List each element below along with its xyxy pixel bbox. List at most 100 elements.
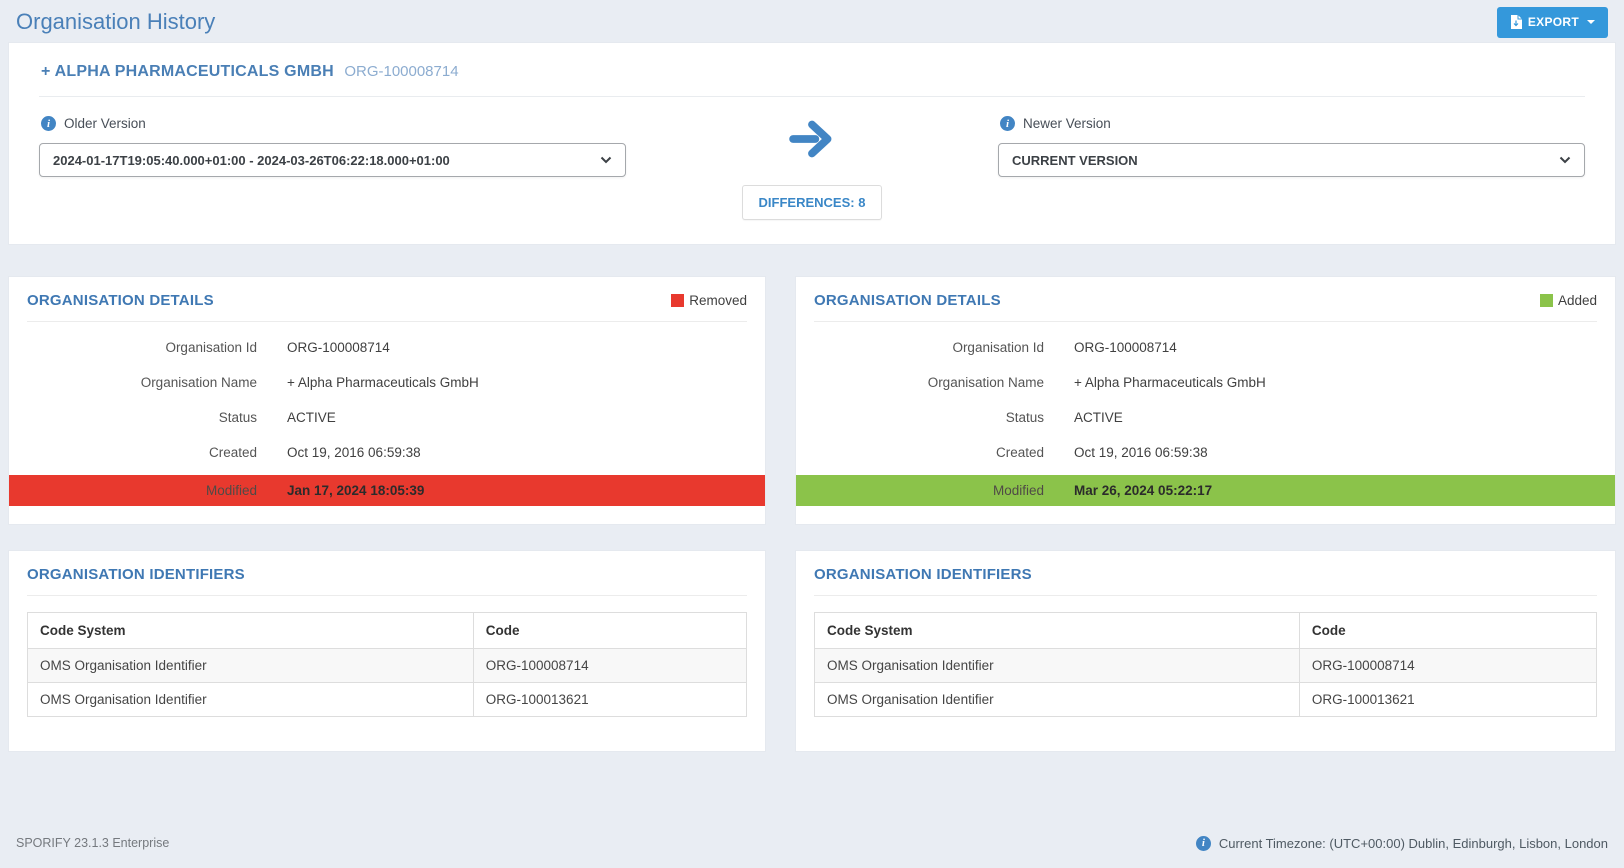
older-identifiers-title: ORGANISATION IDENTIFIERS: [27, 566, 245, 583]
older-version-column: i Older Version 2024-01-17T19:05:40.000+…: [39, 116, 626, 177]
newer-details-title: ORGANISATION DETAILS: [814, 292, 1001, 309]
field-row-organisation-name: Organisation Name + Alpha Pharmaceutical…: [27, 365, 747, 400]
field-row-status: Status ACTIVE: [27, 400, 747, 435]
field-label: Created: [27, 445, 257, 460]
older-identifiers-table: Code System Code OMS Organisation Identi…: [27, 612, 747, 717]
main-content: + ALPHA PHARMACEUTICALS GMBH ORG-1000087…: [0, 42, 1624, 752]
field-row-organisation-id: Organisation Id ORG-100008714: [27, 330, 747, 365]
table-row: OMS Organisation Identifier ORG-10001362…: [815, 683, 1597, 717]
field-row-modified-added: Modified Mar 26, 2024 05:22:17: [796, 475, 1615, 506]
export-button-label: EXPORT: [1528, 15, 1579, 29]
field-row-organisation-id: Organisation Id ORG-100008714: [814, 330, 1597, 365]
newer-details-panel: ORGANISATION DETAILS Added Organisation …: [795, 276, 1616, 525]
divider: [814, 321, 1597, 322]
table-row: OMS Organisation Identifier ORG-10000871…: [815, 649, 1597, 683]
field-value: Oct 19, 2016 06:59:38: [1074, 445, 1597, 460]
field-value: + Alpha Pharmaceuticals GmbH: [287, 375, 747, 390]
older-details-title: ORGANISATION DETAILS: [27, 292, 214, 309]
code-system-column-header: Code System: [28, 613, 474, 649]
older-version-select[interactable]: 2024-01-17T19:05:40.000+01:00 - 2024-03-…: [39, 143, 626, 177]
field-label: Status: [27, 410, 257, 425]
field-value: Oct 19, 2016 06:59:38: [287, 445, 747, 460]
file-export-icon: [1510, 15, 1522, 29]
divider: [39, 96, 1585, 97]
divider: [27, 595, 747, 596]
table-header-row: Code System Code: [28, 613, 747, 649]
timezone-label: Current Timezone: (UTC+00:00) Dublin, Ed…: [1219, 836, 1608, 851]
older-version-label: Older Version: [64, 116, 146, 131]
added-legend: Added: [1540, 293, 1597, 308]
organisation-name-heading: + ALPHA PHARMACEUTICALS GMBH: [41, 63, 334, 80]
field-value: ACTIVE: [1074, 410, 1597, 425]
newer-version-select[interactable]: CURRENT VERSION: [998, 143, 1585, 177]
code-cell: ORG-100013621: [1299, 683, 1596, 717]
field-value: + Alpha Pharmaceuticals GmbH: [1074, 375, 1597, 390]
field-label: Organisation Name: [814, 375, 1044, 390]
newer-version-column: i Newer Version CURRENT VERSION: [998, 116, 1585, 177]
organisation-header: + ALPHA PHARMACEUTICALS GMBH ORG-1000087…: [39, 63, 1585, 81]
code-cell: ORG-100008714: [1299, 649, 1596, 683]
field-value: ACTIVE: [287, 410, 747, 425]
code-system-column-header: Code System: [815, 613, 1300, 649]
code-system-cell: OMS Organisation Identifier: [28, 649, 474, 683]
field-row-modified-removed: Modified Jan 17, 2024 18:05:39: [9, 475, 765, 506]
newer-version-label: Newer Version: [1023, 116, 1111, 131]
organisation-id-heading: ORG-100008714: [344, 63, 458, 80]
chevron-down-icon: [1559, 156, 1571, 164]
older-details-panel: ORGANISATION DETAILS Removed Organisatio…: [8, 276, 766, 525]
field-value: ORG-100008714: [287, 340, 747, 355]
newer-identifiers-panel: ORGANISATION IDENTIFIERS Code System Cod…: [795, 550, 1616, 752]
newer-identifiers-title: ORGANISATION IDENTIFIERS: [814, 566, 1032, 583]
newer-version-selected-value: CURRENT VERSION: [1012, 153, 1138, 168]
export-button[interactable]: EXPORT: [1497, 7, 1608, 38]
info-icon: i: [41, 116, 56, 131]
table-row: OMS Organisation Identifier ORG-10000871…: [28, 649, 747, 683]
field-label: Modified: [814, 483, 1044, 498]
added-color-swatch: [1540, 294, 1553, 307]
page-title: Organisation History: [16, 9, 215, 35]
app-version-label: SPORIFY 23.1.3 Enterprise: [16, 836, 169, 850]
divider: [27, 321, 747, 322]
newer-identifiers-table: Code System Code OMS Organisation Identi…: [814, 612, 1597, 717]
removed-legend-label: Removed: [689, 293, 747, 308]
field-row-status: Status ACTIVE: [814, 400, 1597, 435]
timezone-status: i Current Timezone: (UTC+00:00) Dublin, …: [1196, 836, 1608, 851]
code-column-header: Code: [473, 613, 746, 649]
added-legend-label: Added: [1558, 293, 1597, 308]
field-label: Organisation Id: [27, 340, 257, 355]
info-icon: i: [1196, 836, 1211, 851]
field-label: Organisation Id: [814, 340, 1044, 355]
field-label: Modified: [27, 483, 257, 498]
field-label: Created: [814, 445, 1044, 460]
caret-down-icon: [1587, 20, 1595, 24]
removed-legend: Removed: [671, 293, 747, 308]
field-value: Mar 26, 2024 05:22:17: [1074, 483, 1597, 498]
code-system-cell: OMS Organisation Identifier: [815, 649, 1300, 683]
compare-middle-column: DIFFERENCES: 8: [626, 116, 998, 220]
version-compare-card: + ALPHA PHARMACEUTICALS GMBH ORG-1000087…: [8, 42, 1616, 245]
field-value: ORG-100008714: [1074, 340, 1597, 355]
info-icon: i: [1000, 116, 1015, 131]
table-header-row: Code System Code: [815, 613, 1597, 649]
arrow-right-icon: [787, 119, 837, 164]
table-row: OMS Organisation Identifier ORG-10001362…: [28, 683, 747, 717]
code-system-cell: OMS Organisation Identifier: [815, 683, 1300, 717]
field-row-created: Created Oct 19, 2016 06:59:38: [814, 435, 1597, 470]
code-cell: ORG-100008714: [473, 649, 746, 683]
field-row-created: Created Oct 19, 2016 06:59:38: [27, 435, 747, 470]
older-version-selected-value: 2024-01-17T19:05:40.000+01:00 - 2024-03-…: [53, 153, 450, 168]
field-label: Organisation Name: [27, 375, 257, 390]
differences-button[interactable]: DIFFERENCES: 8: [742, 185, 883, 220]
older-identifiers-panel: ORGANISATION IDENTIFIERS Code System Cod…: [8, 550, 766, 752]
code-column-header: Code: [1299, 613, 1596, 649]
field-value: Jan 17, 2024 18:05:39: [287, 483, 747, 498]
removed-color-swatch: [671, 294, 684, 307]
code-cell: ORG-100013621: [473, 683, 746, 717]
app-footer: SPORIFY 23.1.3 Enterprise i Current Time…: [0, 818, 1624, 868]
app-header: Organisation History EXPORT: [0, 0, 1624, 42]
divider: [814, 595, 1597, 596]
field-label: Status: [814, 410, 1044, 425]
code-system-cell: OMS Organisation Identifier: [28, 683, 474, 717]
chevron-down-icon: [600, 156, 612, 164]
field-row-organisation-name: Organisation Name + Alpha Pharmaceutical…: [814, 365, 1597, 400]
